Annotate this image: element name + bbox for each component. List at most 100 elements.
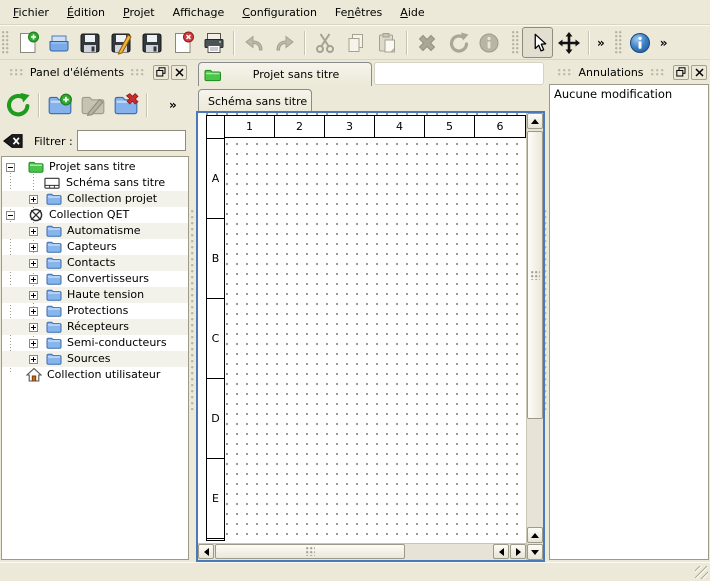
open-button[interactable] bbox=[43, 27, 74, 58]
undo-list-item[interactable]: Aucune modification bbox=[550, 85, 708, 103]
toolbar-overflow-button[interactable]: » bbox=[656, 36, 672, 50]
float-panel-button[interactable] bbox=[153, 65, 169, 80]
close-document-icon bbox=[171, 31, 195, 55]
expand-expander-icon[interactable] bbox=[29, 291, 38, 300]
clear-filter-button[interactable] bbox=[0, 132, 26, 150]
home-icon bbox=[26, 367, 42, 383]
toolbar-separator bbox=[406, 31, 407, 55]
resize-grip[interactable] bbox=[695, 566, 708, 579]
expand-expander-icon[interactable] bbox=[29, 355, 38, 364]
select-mode-button[interactable] bbox=[522, 27, 553, 58]
dock-texture bbox=[651, 69, 664, 76]
tree-item-projet-sans-titre[interactable]: Projet sans titre bbox=[2, 159, 188, 175]
tree-item-capteurs[interactable]: Capteurs bbox=[2, 239, 188, 255]
float-panel-button[interactable] bbox=[673, 65, 689, 80]
reload-icon bbox=[4, 92, 31, 119]
project-tab[interactable]: Projet sans titre bbox=[198, 62, 372, 86]
close-icon bbox=[695, 68, 704, 77]
close-document-button[interactable] bbox=[167, 27, 198, 58]
left-arrow-icon bbox=[204, 548, 209, 556]
menu-configuration[interactable]: Configuration bbox=[233, 2, 326, 23]
tree-item-schema-sans-titre[interactable]: Schéma sans titre bbox=[2, 175, 188, 191]
filter-input[interactable] bbox=[77, 130, 186, 151]
toolbar-overflow-button[interactable]: » bbox=[593, 36, 609, 50]
expand-expander-icon[interactable] bbox=[29, 339, 38, 348]
toolbar-separator bbox=[304, 31, 305, 55]
tree-item-collection-utilisateur[interactable]: Collection utilisateur bbox=[2, 367, 188, 383]
menu-bar: Fichier Édition Projet Affichage Configu… bbox=[0, 0, 710, 25]
expand-expander-icon[interactable] bbox=[29, 227, 38, 236]
save-as-button[interactable] bbox=[105, 27, 136, 58]
tree-item-recepteurs[interactable]: Récepteurs bbox=[2, 319, 188, 335]
tree-item-haute-tension[interactable]: Haute tension bbox=[2, 287, 188, 303]
project-icon bbox=[28, 159, 44, 175]
horizontal-scrollbar[interactable] bbox=[198, 543, 526, 560]
elements-tree: Projet sans titre Schéma sans titre Coll… bbox=[1, 156, 189, 560]
save-button[interactable] bbox=[74, 27, 105, 58]
down-arrow-icon bbox=[531, 550, 539, 555]
scroll-right-button[interactable] bbox=[510, 544, 526, 559]
scroll-down-button[interactable] bbox=[527, 544, 543, 560]
menu-fenetres[interactable]: Fenêtres bbox=[326, 2, 391, 23]
vertical-scroll-thumb[interactable] bbox=[527, 131, 543, 419]
menu-projet[interactable]: Projet bbox=[114, 2, 164, 23]
scroll-left-button[interactable] bbox=[493, 544, 509, 559]
toolbar-separator bbox=[233, 31, 234, 55]
schema-canvas[interactable]: A B C D E 1 2 3 4 5 6 bbox=[198, 113, 526, 543]
tree-item-protections[interactable]: Protections bbox=[2, 303, 188, 319]
toolbar-drag-handle[interactable] bbox=[615, 31, 622, 55]
tree-item-semi-conducteurs[interactable]: Semi-conducteurs bbox=[2, 335, 188, 351]
schema-tab[interactable]: Schéma sans titre bbox=[198, 89, 312, 112]
new-category-button[interactable] bbox=[43, 89, 76, 122]
tree-item-convertisseurs[interactable]: Convertisseurs bbox=[2, 271, 188, 287]
expand-expander-icon[interactable] bbox=[29, 195, 38, 204]
expand-expander-icon[interactable] bbox=[29, 323, 38, 332]
expand-expander-icon[interactable] bbox=[29, 259, 38, 268]
menu-aide[interactable]: Aide bbox=[391, 2, 433, 23]
menu-affichage[interactable]: Affichage bbox=[164, 2, 234, 23]
collapse-expander-icon[interactable] bbox=[6, 163, 15, 172]
vertical-scrollbar[interactable] bbox=[526, 113, 543, 560]
folder-icon bbox=[46, 223, 62, 239]
about-qet-button[interactable] bbox=[625, 27, 656, 58]
horizontal-scroll-thumb[interactable] bbox=[215, 544, 405, 559]
close-panel-button[interactable] bbox=[171, 65, 187, 80]
tree-item-label: Schéma sans titre bbox=[66, 176, 165, 189]
left-arrow-icon bbox=[499, 548, 504, 556]
save-all-button[interactable] bbox=[136, 27, 167, 58]
tree-item-collection-projet[interactable]: Collection projet bbox=[2, 191, 188, 207]
new-document-button[interactable] bbox=[12, 27, 43, 58]
print-button[interactable] bbox=[198, 27, 229, 58]
tree-item-sources[interactable]: Sources bbox=[2, 351, 188, 367]
column-label: 5 bbox=[425, 116, 475, 137]
qet-icon bbox=[28, 207, 44, 223]
toolbar-drag-handle[interactable] bbox=[2, 31, 9, 55]
paste-button bbox=[371, 27, 402, 58]
expand-expander-icon[interactable] bbox=[29, 243, 38, 252]
move-cross-icon bbox=[557, 31, 581, 55]
scroll-up-button[interactable] bbox=[527, 527, 543, 543]
menu-edition[interactable]: Édition bbox=[58, 2, 114, 23]
delete-category-button[interactable] bbox=[109, 89, 142, 122]
tree-item-contacts[interactable]: Contacts bbox=[2, 255, 188, 271]
scroll-up-button[interactable] bbox=[527, 113, 543, 129]
toolbar-drag-handle[interactable] bbox=[512, 31, 519, 55]
splitter-grip bbox=[191, 210, 195, 410]
undo-history-list[interactable]: Aucune modification bbox=[549, 84, 709, 560]
undo-panel-header[interactable]: Annulations bbox=[548, 60, 710, 84]
reload-collections-button[interactable] bbox=[1, 89, 34, 122]
close-panel-button[interactable] bbox=[691, 65, 707, 80]
tree-item-collection-qet[interactable]: Collection QET bbox=[2, 207, 188, 223]
elements-toolbar-overflow-button[interactable]: » bbox=[165, 98, 181, 112]
open-icon bbox=[47, 31, 71, 55]
filter-label: Filtrer : bbox=[34, 135, 73, 148]
collapse-expander-icon[interactable] bbox=[6, 211, 15, 220]
tree-item-automatisme[interactable]: Automatisme bbox=[2, 223, 188, 239]
row-label: E bbox=[207, 459, 224, 539]
elements-panel-header[interactable]: Panel d'éléments bbox=[0, 60, 190, 84]
expand-expander-icon[interactable] bbox=[29, 275, 38, 284]
scroll-left-button[interactable] bbox=[198, 544, 214, 559]
expand-expander-icon[interactable] bbox=[29, 307, 38, 316]
pan-mode-button[interactable] bbox=[553, 27, 584, 58]
menu-fichier[interactable]: Fichier bbox=[4, 2, 58, 23]
